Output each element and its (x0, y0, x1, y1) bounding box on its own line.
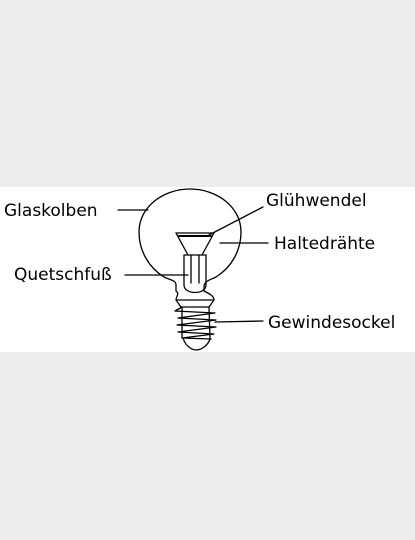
label-gluehwendel: Glühwendel (266, 191, 367, 211)
bulb-neck (175, 299, 215, 308)
label-haltedraehte: Haltedrähte (274, 234, 376, 254)
leader-gluehwendel (208, 206, 264, 236)
label-glaskolben: Glaskolben (4, 201, 98, 221)
glass-bulb-outline (138, 188, 242, 301)
leader-gewindesockel (214, 320, 264, 323)
socket-tip (182, 337, 211, 351)
label-gewindesockel: Gewindesockel (268, 313, 396, 333)
label-quetschfuss: Quetschfuß (14, 265, 112, 285)
pinch-foot (183, 254, 207, 294)
